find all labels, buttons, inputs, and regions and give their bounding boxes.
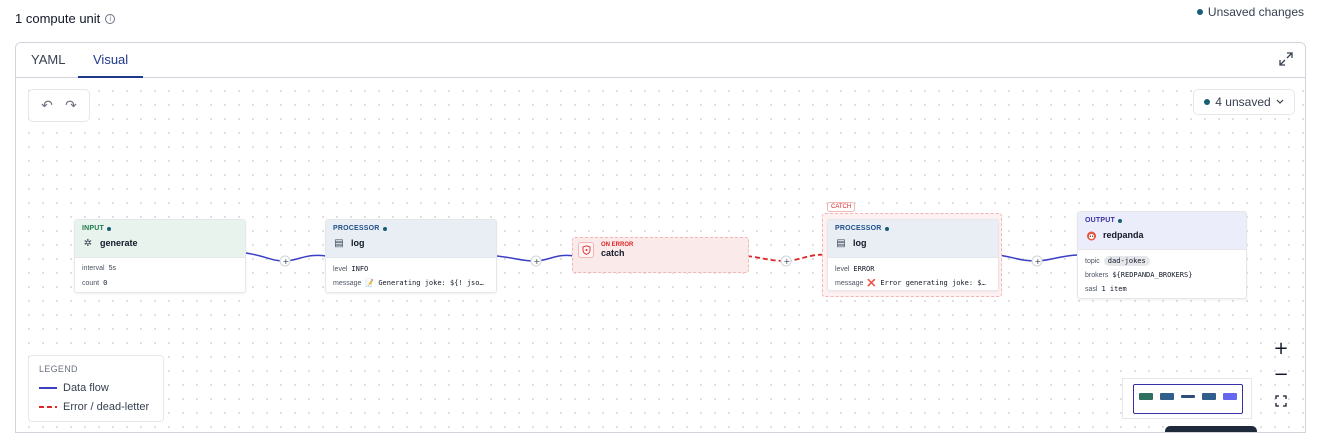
node-fields: level ERROR message ❌ Error generating jok… bbox=[835, 265, 986, 287]
unsaved-changes-text: Unsaved changes bbox=[1207, 5, 1304, 19]
node-header: INPUT ✲ generate bbox=[75, 220, 245, 258]
redpanda-icon bbox=[1085, 229, 1097, 241]
legend: LEGEND Data flow Error / dead-letter bbox=[28, 355, 164, 422]
node-kind: PROCESSOR bbox=[835, 225, 991, 232]
zoom-in-icon[interactable]: + bbox=[1265, 336, 1297, 362]
unsaved-changes-indicator: Unsaved changes bbox=[1196, 5, 1304, 19]
editor-tabs: YAML Visual bbox=[16, 43, 1305, 78]
minimap[interactable] bbox=[1122, 378, 1252, 419]
zoom-controls: + − bbox=[1265, 336, 1297, 419]
node-title: ▤ log bbox=[836, 237, 867, 249]
node-kind: OUTPUT bbox=[1085, 217, 1239, 224]
compute-unit-text: 1 compute unit bbox=[15, 11, 101, 26]
solid-line-icon bbox=[39, 386, 57, 389]
input-node[interactable]: INPUT ✲ generate interval 5s count 0 bbox=[74, 219, 246, 293]
dashed-line-icon bbox=[39, 405, 57, 408]
processor-node[interactable]: PROCESSOR ▤ log level INFO message 📝 Genera… bbox=[325, 219, 497, 293]
node-title: catch bbox=[601, 248, 625, 258]
on-error-node[interactable]: ON ERROR catch bbox=[572, 237, 749, 273]
legend-title: LEGEND bbox=[39, 364, 78, 374]
node-title: ✲ generate bbox=[83, 237, 138, 249]
svg-text:+: + bbox=[1035, 257, 1042, 266]
node-header: PROCESSOR ▤ log bbox=[828, 220, 998, 258]
node-fields: level INFO message 📝 Generating joke: ${! … bbox=[333, 265, 484, 287]
pipeline-editor-panel: YAML Visual ↶ ↷ 4 unsaved + + + + INPUT … bbox=[15, 42, 1306, 433]
floating-panel-tab[interactable] bbox=[1165, 426, 1257, 432]
catch-group-label: CATCH bbox=[827, 202, 856, 212]
legend-item-data-flow: Data flow bbox=[39, 378, 153, 397]
sparkle-icon: ✲ bbox=[83, 237, 93, 249]
legend-item-error: Error / dead-letter bbox=[39, 397, 153, 416]
log-icon: ▤ bbox=[836, 237, 846, 249]
fit-view-icon[interactable] bbox=[1265, 388, 1297, 414]
shield-icon bbox=[578, 242, 594, 258]
node-title: redpanda bbox=[1085, 229, 1239, 241]
node-header: OUTPUT redpanda bbox=[1078, 212, 1246, 250]
svg-text:+: + bbox=[283, 257, 290, 266]
node-title: ▤ log bbox=[334, 237, 365, 249]
processor-node[interactable]: PROCESSOR ▤ log level ERROR message ❌ Error… bbox=[827, 219, 999, 291]
zoom-out-icon[interactable]: − bbox=[1265, 362, 1297, 388]
compute-unit-label: 1 compute unit i bbox=[15, 11, 116, 26]
svg-text:+: + bbox=[534, 257, 541, 266]
node-fields: interval 5s count 0 bbox=[82, 265, 116, 287]
info-icon[interactable]: i bbox=[105, 13, 116, 24]
minimap-node bbox=[1139, 393, 1153, 400]
node-header: PROCESSOR ▤ log bbox=[326, 220, 496, 258]
status-dot-icon bbox=[1196, 9, 1203, 15]
minimap-node bbox=[1160, 393, 1174, 400]
output-node[interactable]: OUTPUT redpanda topic dad-jokes brokers ${… bbox=[1077, 211, 1247, 299]
pipeline-canvas[interactable]: ↶ ↷ 4 unsaved + + + + INPUT ✲ generate i… bbox=[16, 78, 1305, 432]
minimap-node bbox=[1202, 393, 1216, 400]
node-kind: PROCESSOR bbox=[333, 225, 489, 232]
tab-visual[interactable]: Visual bbox=[78, 43, 144, 78]
tab-yaml[interactable]: YAML bbox=[16, 43, 80, 78]
minimap-node bbox=[1223, 393, 1237, 400]
node-kind: INPUT bbox=[82, 225, 238, 232]
expand-icon[interactable] bbox=[1279, 52, 1293, 66]
log-icon: ▤ bbox=[334, 237, 344, 249]
node-fields: topic dad-jokes brokers ${REDPANDA_BROKERS… bbox=[1085, 256, 1193, 293]
svg-text:+: + bbox=[784, 257, 791, 266]
minimap-node bbox=[1181, 395, 1195, 398]
